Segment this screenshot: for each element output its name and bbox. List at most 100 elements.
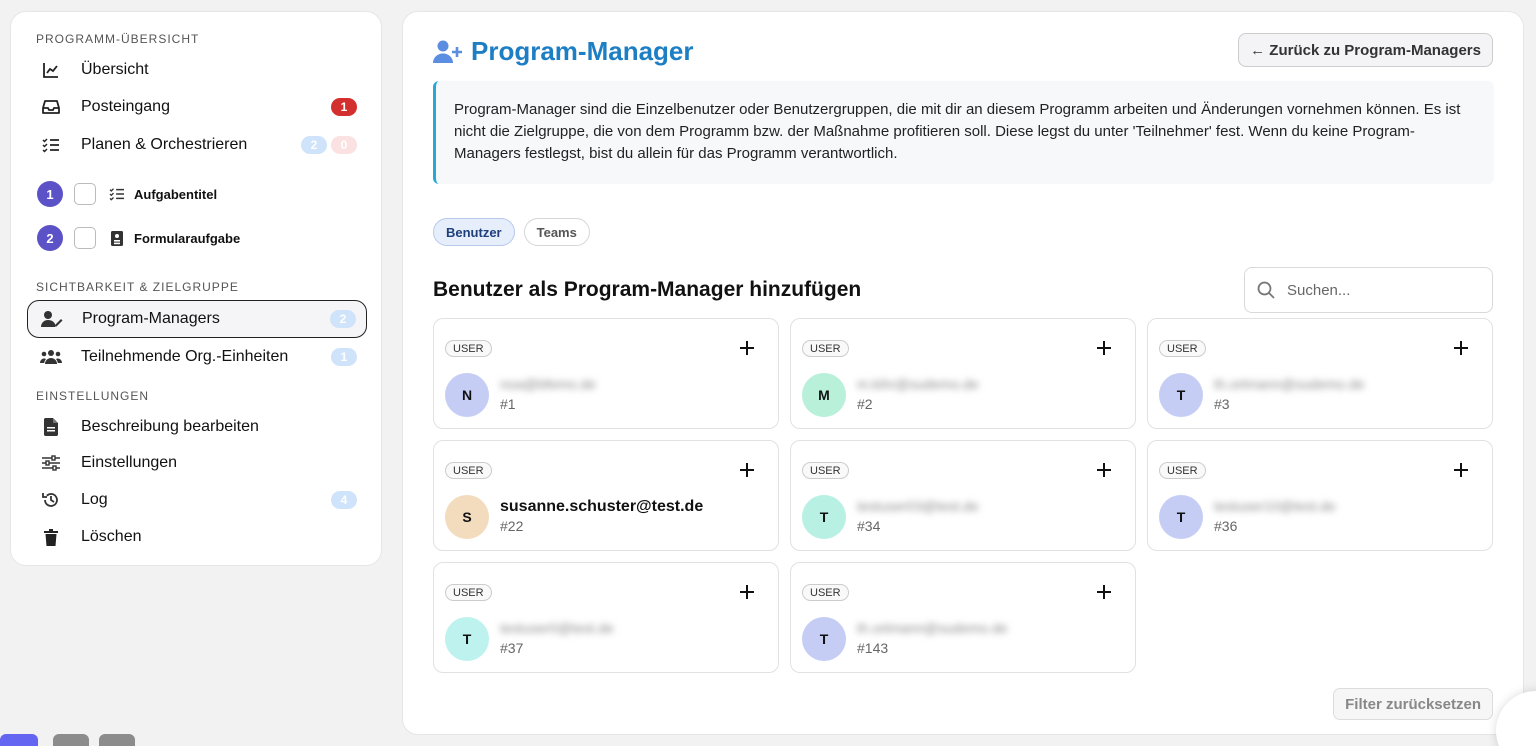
document-icon <box>40 416 62 438</box>
user-card[interactable]: USER Ssusanne.schuster@test.de #22 <box>433 440 779 551</box>
user-card[interactable]: USER Ttestuser10@test.de #36 <box>1147 440 1493 551</box>
user-card[interactable]: USER Ttestuser03@test.de #34 <box>790 440 1136 551</box>
sidebar-item-org-units[interactable]: Teilnehmende Org.-Einheiten 1 <box>27 338 367 376</box>
sidebar-item-label: Teilnehmende Org.-Einheiten <box>81 348 289 365</box>
sidebar-item-label: Löschen <box>81 528 142 545</box>
sidebar-item-settings[interactable]: Einstellungen <box>27 444 367 482</box>
task-checkbox[interactable] <box>74 227 96 249</box>
user-card[interactable]: USER Tth.ortmann@sudemo.de #3 <box>1147 318 1493 429</box>
section-heading-visibility: SICHTBARKEIT & ZIELGRUPPE <box>36 280 239 294</box>
sidebar-item-inbox[interactable]: Posteingang 1 <box>27 88 367 126</box>
user-card[interactable]: USER Tth.ortmann@sudemo.de #143 <box>790 562 1136 673</box>
sidebar-item-delete[interactable]: Löschen <box>27 518 367 556</box>
user-id: #22 <box>500 518 524 534</box>
task-item-2[interactable]: 2 Formularaufgabe <box>37 223 240 253</box>
add-icon[interactable] <box>736 581 758 603</box>
sidebar-item-edit-description[interactable]: Beschreibung bearbeiten <box>27 408 367 446</box>
history-icon <box>40 489 62 511</box>
user-email: m.kihr@sudemo.de <box>857 376 979 392</box>
avatar: S <box>445 495 489 539</box>
back-to-program-managers-button[interactable]: ← Zurück zu Program-Managers <box>1238 33 1493 67</box>
users-icon <box>40 346 62 368</box>
add-icon[interactable] <box>736 459 758 481</box>
user-type-tag: USER <box>445 340 492 357</box>
sidebar-item-label: Planen & Orchestrieren <box>81 136 248 153</box>
add-icon[interactable] <box>1450 337 1472 359</box>
sliders-icon <box>40 452 62 474</box>
add-icon[interactable] <box>736 337 758 359</box>
checklist-icon <box>40 134 62 156</box>
user-type-tag: USER <box>1159 462 1206 479</box>
avatar: T <box>802 617 846 661</box>
checklist-icon <box>108 185 126 203</box>
page-header: Program-Manager <box>433 36 694 67</box>
user-plus-icon <box>433 38 465 66</box>
user-id: #34 <box>857 518 881 534</box>
info-box: Program-Manager sind die Einzelbenutzer … <box>433 81 1494 184</box>
sidebar-item-label: Beschreibung bearbeiten <box>81 418 259 435</box>
tab-teams[interactable]: Teams <box>523 218 590 246</box>
sidebar-item-log[interactable]: Log 4 <box>27 481 367 519</box>
avatar: N <box>445 373 489 417</box>
form-icon <box>108 229 126 247</box>
plan-overdue-badge: 0 <box>331 136 357 154</box>
sidebar-item-program-managers[interactable]: Program-Managers 2 <box>27 300 367 338</box>
taskbar-item[interactable] <box>53 734 89 746</box>
main-panel: Program-Manager ← Zurück zu Program-Mana… <box>402 11 1524 735</box>
log-count-badge: 4 <box>331 491 357 509</box>
filter-reset-button[interactable]: Filter zurücksetzen <box>1333 688 1493 720</box>
page-title: Program-Manager <box>471 36 694 66</box>
add-icon[interactable] <box>1093 459 1115 481</box>
search-box[interactable] <box>1244 267 1493 313</box>
user-id: #37 <box>500 640 524 656</box>
avatar: T <box>445 617 489 661</box>
avatar: M <box>802 373 846 417</box>
chart-line-icon <box>40 59 62 81</box>
user-card[interactable]: USER Nnoa@bfemo.de #1 <box>433 318 779 429</box>
program-managers-count-badge: 2 <box>330 310 356 328</box>
user-card[interactable]: USER Ttestuser0@test.de #37 <box>433 562 779 673</box>
sidebar-item-overview[interactable]: Übersicht <box>27 51 367 89</box>
sidebar: PROGRAMM-ÜBERSICHT Übersicht Posteingang… <box>10 11 382 566</box>
sidebar-item-label: Log <box>81 491 108 508</box>
user-type-tag: USER <box>445 584 492 601</box>
user-type-tag: USER <box>1159 340 1206 357</box>
task-checkbox[interactable] <box>74 183 96 205</box>
user-email: th.ortmann@sudemo.de <box>857 620 1008 636</box>
sidebar-item-label: Program-Managers <box>82 310 220 327</box>
search-input[interactable] <box>1287 281 1477 299</box>
avatar: T <box>1159 373 1203 417</box>
sidebar-item-plan[interactable]: Planen & Orchestrieren 2 0 <box>27 126 367 164</box>
user-id: #36 <box>1214 518 1238 534</box>
tab-users[interactable]: Benutzer <box>433 218 515 246</box>
taskbar-item[interactable] <box>99 734 135 746</box>
avatar: T <box>1159 495 1203 539</box>
user-type-tag: USER <box>802 584 849 601</box>
sidebar-item-label: Posteingang <box>81 98 170 115</box>
search-icon <box>1257 280 1277 300</box>
plan-count-badge: 2 <box>301 136 327 154</box>
org-units-count-badge: 1 <box>331 348 357 366</box>
user-email: th.ortmann@sudemo.de <box>1214 376 1365 392</box>
taskbar-item[interactable] <box>0 734 38 746</box>
user-email: testuser10@test.de <box>1214 498 1336 514</box>
user-id: #143 <box>857 640 889 656</box>
user-email: susanne.schuster@test.de <box>500 498 704 515</box>
user-card[interactable]: USER Mm.kihr@sudemo.de #2 <box>790 318 1136 429</box>
add-icon[interactable] <box>1093 337 1115 359</box>
task-item-1[interactable]: 1 Aufgabentitel <box>37 179 217 209</box>
user-email: testuser03@test.de <box>857 498 979 514</box>
user-email: noa@bfemo.de <box>500 376 596 392</box>
trash-icon <box>40 526 62 548</box>
section-heading-settings: EINSTELLUNGEN <box>36 389 150 403</box>
task-label: Formularaufgabe <box>134 230 241 246</box>
sidebar-item-label: Übersicht <box>81 61 149 78</box>
user-edit-icon <box>41 308 63 330</box>
add-icon[interactable] <box>1093 581 1115 603</box>
add-icon[interactable] <box>1450 459 1472 481</box>
user-email: testuser0@test.de <box>500 620 614 636</box>
inbox-icon <box>40 96 62 118</box>
user-type-tag: USER <box>802 340 849 357</box>
user-id: #1 <box>500 396 516 412</box>
user-type-tag: USER <box>802 462 849 479</box>
